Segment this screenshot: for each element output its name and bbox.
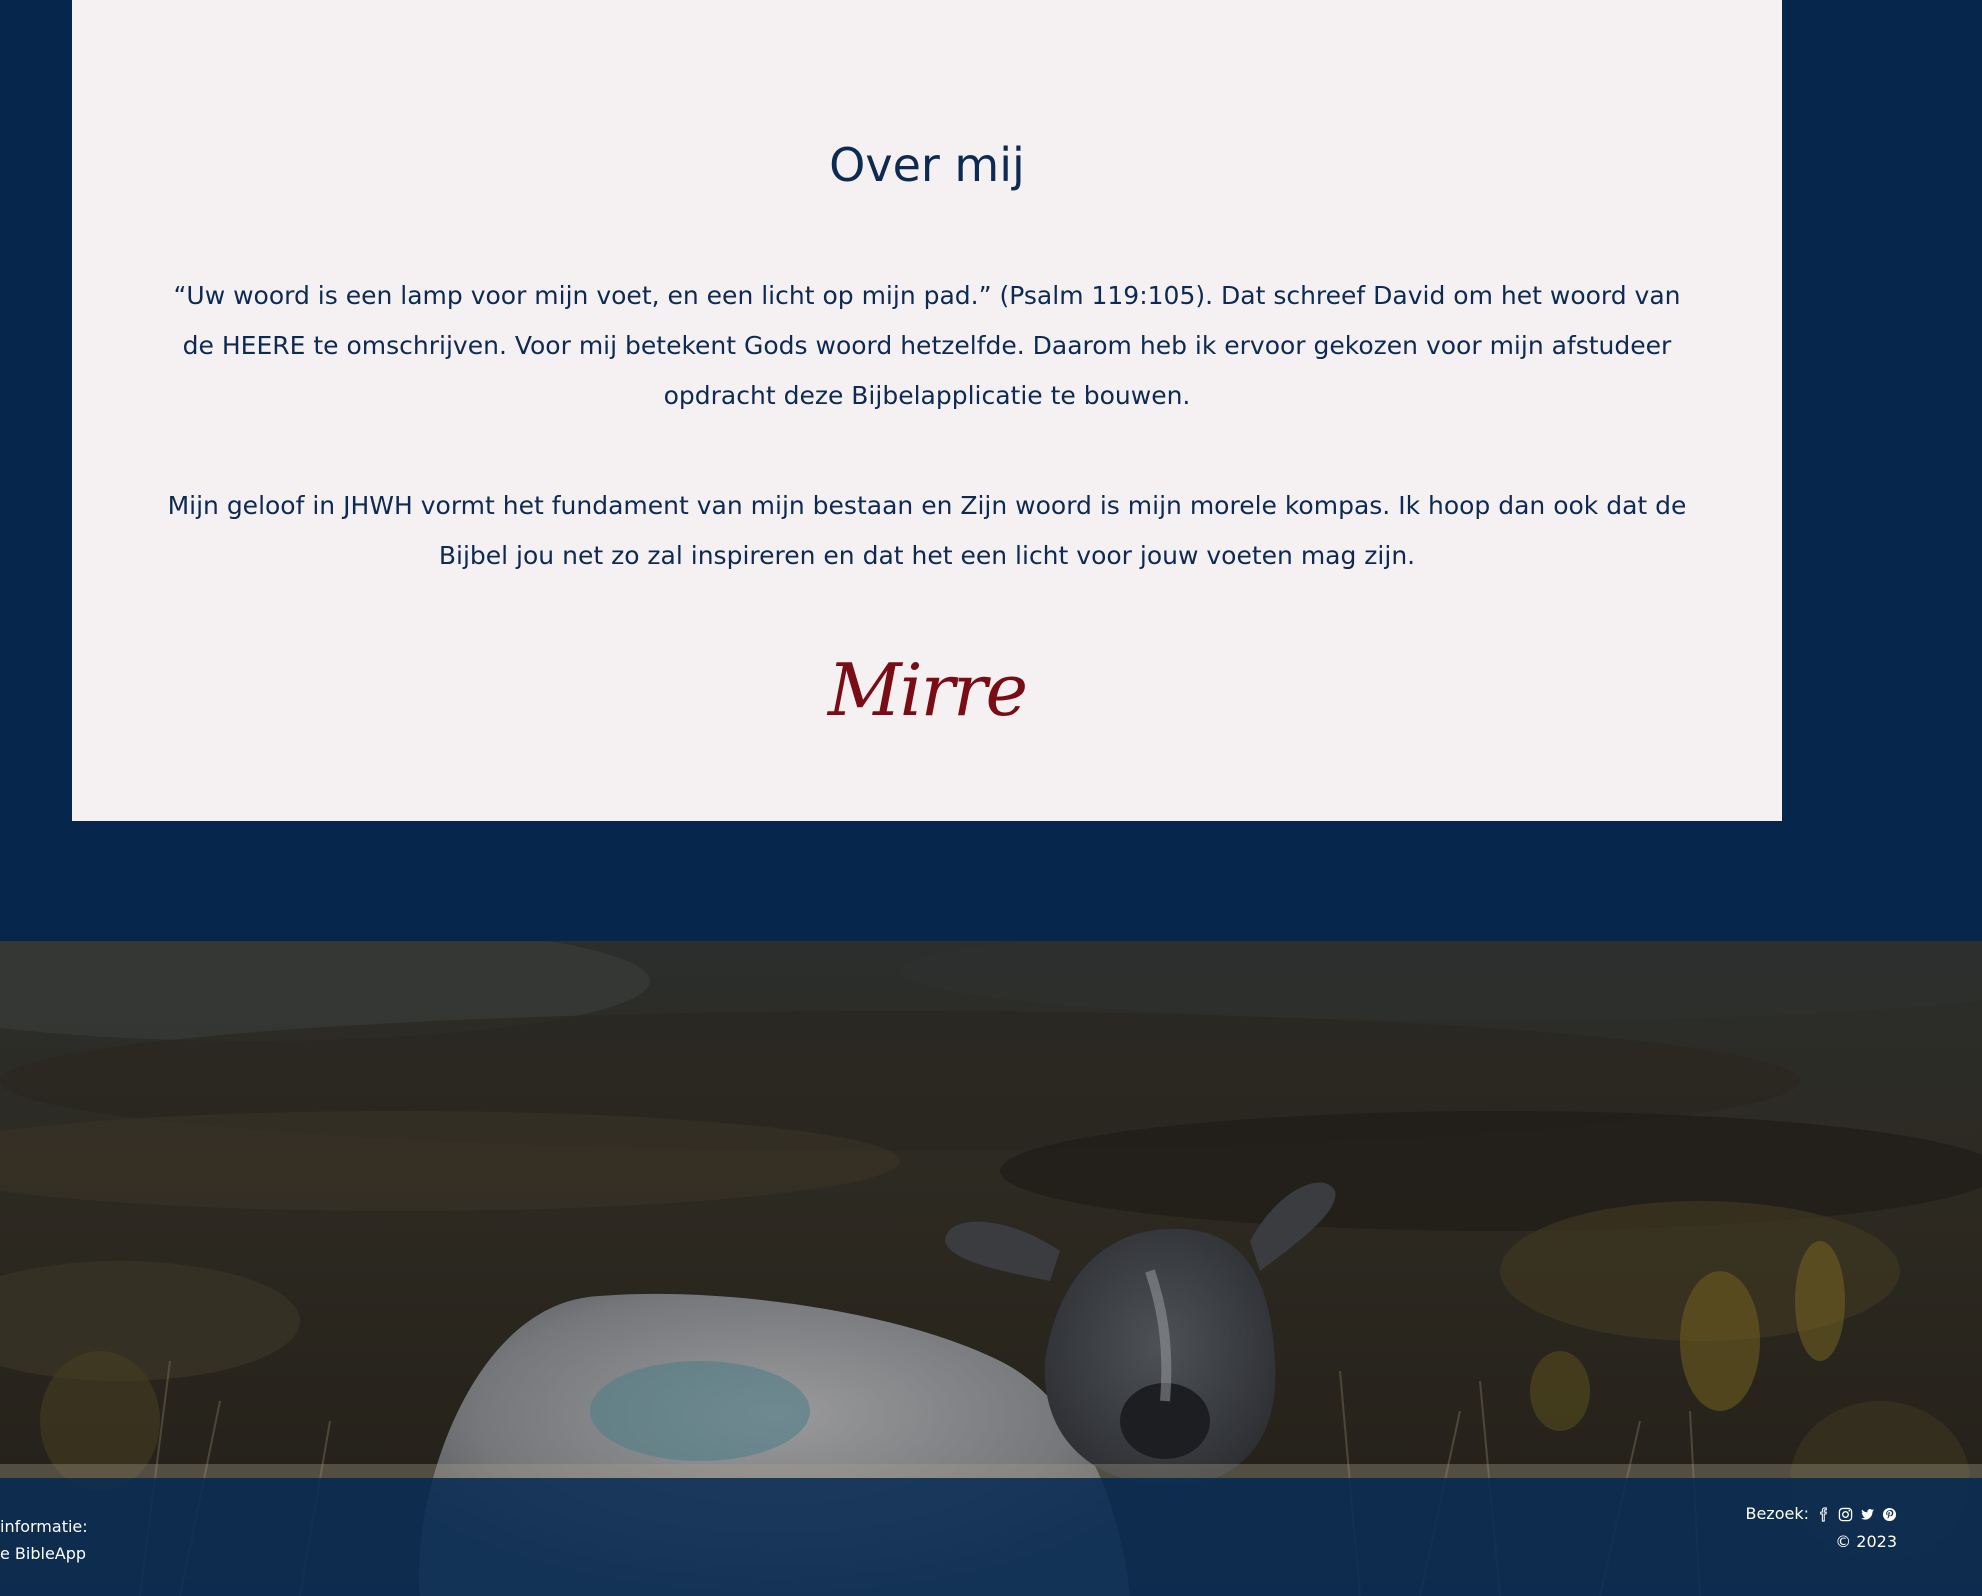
pinterest-icon[interactable] [1881, 1506, 1897, 1522]
facebook-icon[interactable] [1815, 1506, 1831, 1522]
copyright: © 2023 [1835, 1532, 1897, 1551]
footer-info-heading: informatie: [0, 1517, 88, 1536]
about-section: Over mij “Uw woord is een lamp voor mijn… [72, 0, 1782, 821]
about-title: Over mij [829, 138, 1025, 192]
twitter-icon[interactable] [1859, 1506, 1875, 1522]
footer [0, 1478, 1982, 1596]
instagram-icon[interactable] [1837, 1506, 1853, 1522]
visit-label: Bezoek: [1745, 1504, 1809, 1523]
footer-info: informatie: e BibleApp [0, 1513, 88, 1567]
footer-social: Bezoek: © 2023 [1745, 1500, 1897, 1556]
about-paragraph-1: “Uw woord is een lamp voor mijn voet, en… [173, 281, 1681, 410]
social-row: Bezoek: [1745, 1500, 1897, 1528]
signature: Mirre [827, 648, 1028, 732]
footer-divider [0, 1464, 1982, 1478]
footer-info-link[interactable]: e BibleApp [0, 1540, 88, 1567]
about-paragraph-2: Mijn geloof in JHWH vormt het fundament … [167, 491, 1687, 570]
